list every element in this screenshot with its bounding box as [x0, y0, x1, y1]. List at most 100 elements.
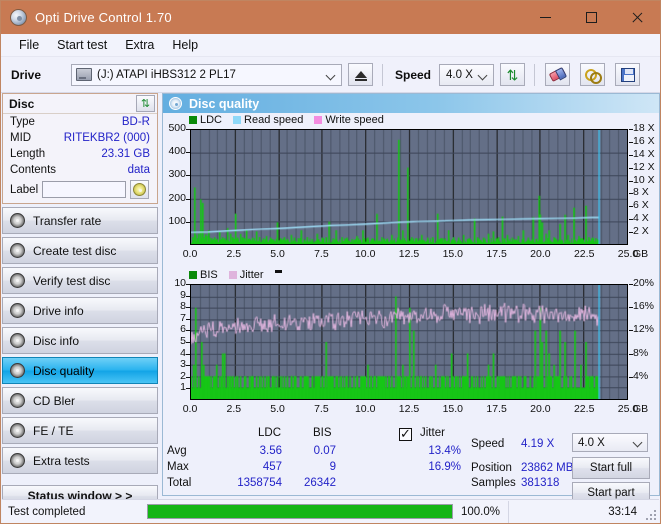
- jitter-label: Jitter: [420, 427, 445, 439]
- jitter-checkbox[interactable]: [399, 426, 412, 442]
- y-tick: [186, 284, 190, 285]
- save-button[interactable]: [615, 63, 641, 86]
- stats-bis-max: 9: [329, 461, 336, 473]
- legend-extra-marker: [274, 270, 282, 273]
- y2-tick-label: 18 X: [633, 122, 655, 134]
- sidebar-item-fe-te[interactable]: FE / TE: [2, 417, 158, 444]
- menu-bar: File Start test Extra Help: [1, 34, 660, 57]
- y-tick-label: 8: [180, 300, 186, 313]
- menu-file[interactable]: File: [10, 36, 48, 54]
- y-tick-label: 500: [168, 122, 186, 134]
- y2-tick-label: 14 X: [633, 147, 655, 160]
- sidebar-item-disc-info[interactable]: Disc info: [2, 327, 158, 354]
- bis-jitter-chart: BIS Jitter 1 2 3 4 5 6 7 8 9 10 4% 8% 12% 16% 20% 0.0 2.…: [163, 268, 659, 424]
- sidebar-item-cd-bler[interactable]: CD Bler: [2, 387, 158, 414]
- chevron-down-icon: [477, 70, 488, 80]
- y-tick-label: 10: [174, 277, 186, 289]
- chevron-down-icon: [632, 437, 643, 448]
- bis-jitter-plot-area: [190, 284, 628, 400]
- maximize-button[interactable]: [568, 1, 614, 34]
- legend-label-read-speed: Read speed: [244, 114, 304, 126]
- eject-icon: [354, 71, 367, 81]
- y-tick-label: 300: [168, 168, 186, 181]
- start-full-button[interactable]: Start full: [572, 457, 650, 479]
- speed-select[interactable]: 4.0 X: [439, 63, 495, 86]
- window-title: Opti Drive Control 1.70: [35, 10, 172, 25]
- disc-value-mid: RITEKBR2 (000): [63, 132, 150, 144]
- y-tick-label: 100: [168, 214, 186, 227]
- sidebar-label: Disc quality: [33, 363, 95, 378]
- content-panel: Disc quality LDC Read speed Write speed …: [162, 93, 660, 504]
- x-tick-label: 20.0: [530, 248, 551, 260]
- x-tick-label: 7.5: [314, 403, 329, 415]
- menu-extra[interactable]: Extra: [116, 36, 163, 54]
- menu-start-test[interactable]: Start test: [48, 36, 116, 54]
- close-button[interactable]: [614, 1, 660, 34]
- y-tick-label: 1: [180, 381, 186, 394]
- erase-button[interactable]: [545, 63, 571, 86]
- sidebar-item-verify-test-disc[interactable]: Verify test disc: [2, 267, 158, 294]
- refresh-button[interactable]: ⇅: [500, 63, 526, 86]
- sidebar-label: Disc info: [33, 333, 80, 348]
- refresh-icon: ⇅: [506, 66, 519, 83]
- stats-bis-total: 26342: [304, 477, 336, 489]
- y2-tick: [629, 376, 633, 378]
- sidebar-label: Extra tests: [33, 453, 90, 468]
- label-input[interactable]: [42, 181, 127, 198]
- stats-speed-value: 4.19 X: [521, 438, 555, 450]
- test-speed-select[interactable]: 4.0 X: [572, 433, 648, 452]
- y2-tick-label: 2 X: [633, 225, 649, 238]
- y2-tick-label: 4 X: [633, 212, 649, 225]
- label-disc-button[interactable]: [130, 180, 150, 199]
- y-tick-label: 9: [180, 288, 186, 301]
- y2-tick: [629, 307, 633, 309]
- disc-box-title: Disc: [9, 96, 35, 111]
- sidebar-item-drive-info[interactable]: Drive info: [2, 297, 158, 324]
- y2-tick: [629, 219, 633, 221]
- minimize-button[interactable]: [522, 1, 568, 34]
- stats-ldc-max: 457: [262, 461, 282, 473]
- y-tick: [186, 129, 190, 130]
- x-axis-unit: GB: [633, 403, 649, 415]
- toolbar-divider-2: [534, 63, 536, 86]
- sidebar-item-create-test-disc[interactable]: Create test disc: [2, 237, 158, 264]
- y2-tick: [629, 330, 633, 332]
- progress-percent: 100.0%: [461, 505, 501, 518]
- y-tick: [186, 307, 190, 309]
- y2-tick: [629, 232, 633, 234]
- disc-icon: [10, 273, 25, 288]
- x-tick-label: 22.5: [573, 248, 595, 260]
- y2-tick: [629, 284, 633, 285]
- y2-tick-label: 4%: [633, 369, 649, 382]
- y-tick: [186, 365, 190, 367]
- stats-jitter-avg: 13.4%: [428, 445, 461, 457]
- chain-button[interactable]: [580, 63, 606, 86]
- disc-row-contents: Contents data: [3, 162, 157, 178]
- sidebar-item-extra-tests[interactable]: Extra tests: [2, 447, 158, 474]
- x-axis-unit: GB: [633, 248, 649, 260]
- disc-refresh-button[interactable]: ⇅: [136, 95, 155, 112]
- sidebar-item-disc-quality[interactable]: Disc quality: [2, 357, 158, 384]
- legend-swatch-write-speed: [314, 116, 323, 124]
- y-tick: [186, 175, 190, 177]
- y-tick: [186, 221, 190, 223]
- left-panel: Disc ⇅ Type BD-R MID RITEKBR2 (000) Leng…: [2, 93, 160, 507]
- x-tick-label: 2.5: [226, 403, 242, 415]
- disc-icon: [10, 393, 25, 408]
- menu-help[interactable]: Help: [163, 36, 207, 54]
- speed-select-value: 4.0 X: [446, 68, 473, 81]
- y-tick: [186, 353, 190, 355]
- resize-grip[interactable]: [645, 509, 656, 520]
- start-full-label: Start full: [589, 462, 633, 474]
- eject-button[interactable]: [348, 63, 373, 86]
- legend-swatch-ldc: [189, 116, 197, 124]
- y2-tick-label: 12 X: [633, 160, 655, 173]
- disc-value-length: 23.31 GB: [101, 148, 150, 160]
- drive-select-value: (J:) ATAPI iHBS312 2 PL17: [97, 68, 236, 81]
- disc-box-header: Disc ⇅: [3, 94, 157, 114]
- title-bar: Opti Drive Control 1.70: [1, 1, 660, 34]
- sidebar-item-transfer-rate[interactable]: Transfer rate: [2, 207, 158, 234]
- disc-icon: [10, 333, 25, 348]
- drive-select[interactable]: (J:) ATAPI iHBS312 2 PL17: [71, 63, 342, 86]
- disc-label-row: Label: [3, 178, 157, 203]
